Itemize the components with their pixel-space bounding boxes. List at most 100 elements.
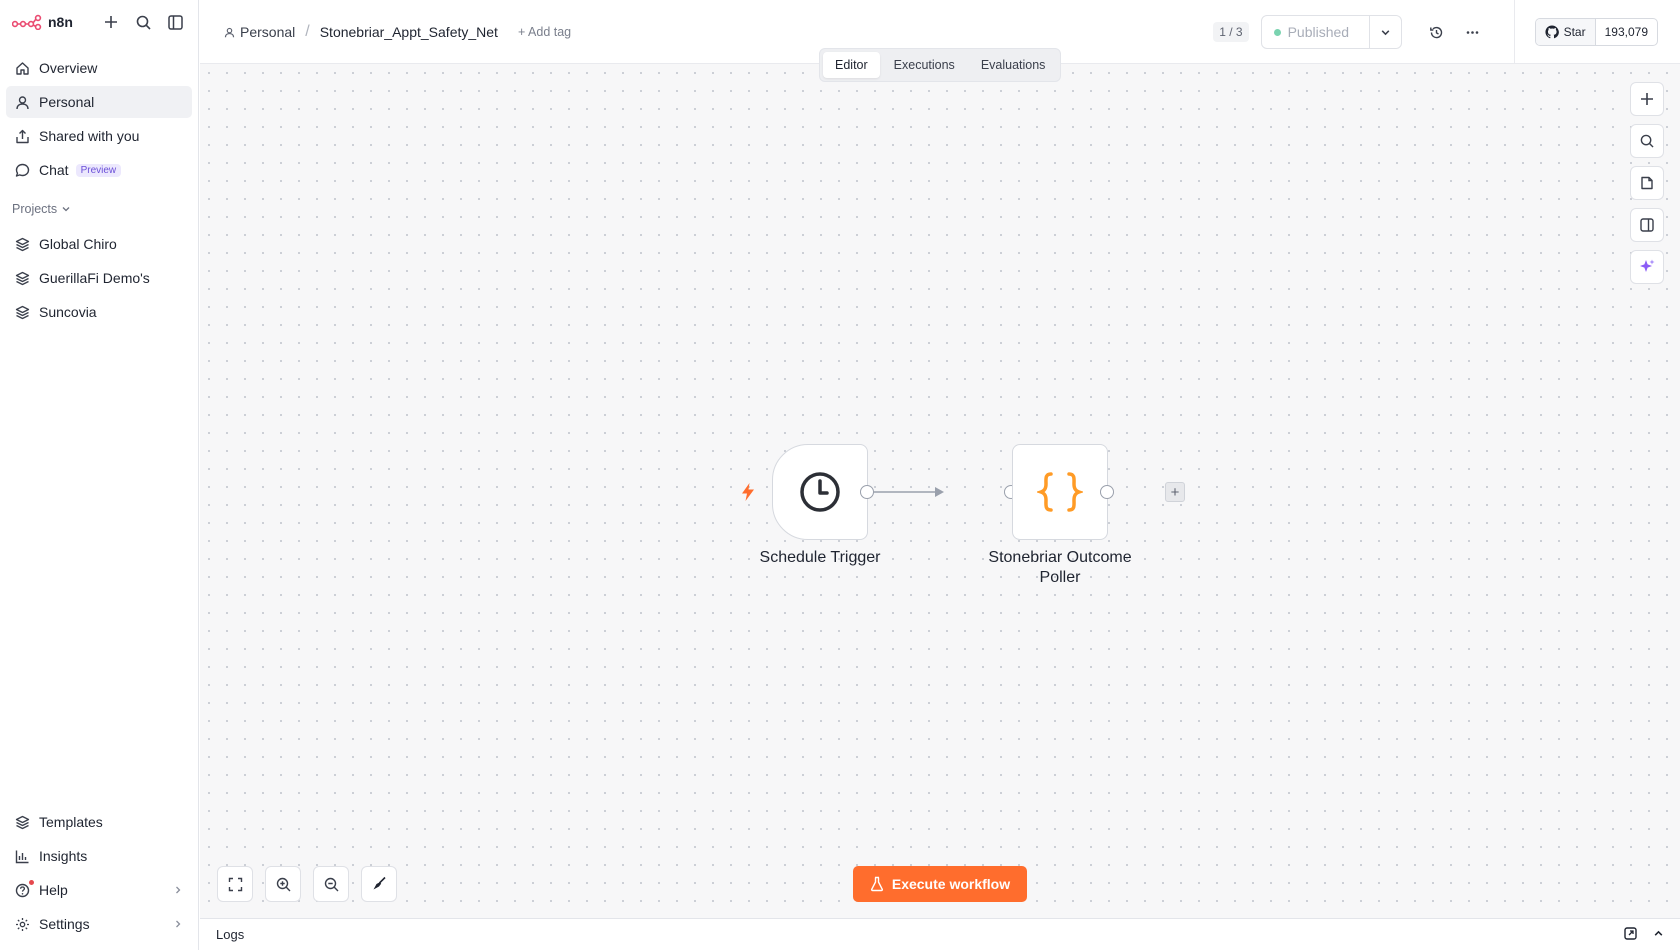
project-guerillafi[interactable]: GuerillaFi Demo's — [6, 262, 192, 294]
nav-settings-label: Settings — [39, 916, 90, 932]
github-star-count[interactable]: 193,079 — [1596, 19, 1657, 45]
sparkle-icon — [1640, 259, 1655, 272]
execute-workflow-button[interactable]: Execute workflow — [853, 866, 1027, 902]
project-global-chiro[interactable]: Global Chiro — [6, 228, 192, 260]
collapse-sidebar-icon[interactable] — [164, 11, 186, 33]
node-stonebriar-outcome-poller[interactable] — [1012, 444, 1108, 540]
sticky-note-button[interactable] — [1630, 166, 1664, 200]
node-label: Stonebriar Outcome Poller — [988, 549, 1132, 586]
publish-dropdown[interactable] — [1368, 16, 1401, 48]
header-divider — [1513, 0, 1515, 64]
layers-icon — [15, 305, 30, 319]
projects-label: Projects — [12, 202, 58, 216]
layers-icon — [15, 271, 30, 285]
header-actions: 1 / 3 Published Star 193,079 — [1213, 0, 1680, 64]
sticky-note-icon — [1641, 176, 1653, 190]
nav-settings[interactable]: Settings — [6, 908, 192, 940]
github-star-widget: Star 193,079 — [1534, 18, 1658, 46]
connection-line — [825, 487, 1073, 497]
breadcrumb-separator: / — [305, 23, 310, 40]
add-tag-button[interactable]: + Add tag — [518, 25, 571, 39]
add-icon[interactable] — [100, 11, 122, 33]
chevron-down-icon — [62, 207, 70, 212]
plus-icon — [1641, 93, 1653, 105]
zoom-in-icon — [276, 877, 290, 891]
user-icon — [224, 27, 235, 37]
nav-shared-label: Shared with you — [39, 128, 140, 144]
projects-toggle[interactable]: Projects — [0, 194, 198, 224]
nav-personal[interactable]: Personal — [6, 86, 192, 118]
search-icon[interactable] — [132, 11, 154, 33]
execute-workflow-label: Execute workflow — [891, 876, 1011, 892]
output-handle[interactable] — [860, 485, 874, 499]
clock-icon — [800, 472, 840, 512]
search-nodes-button[interactable] — [1630, 124, 1664, 158]
tab-editor[interactable]: Editor — [823, 52, 880, 78]
nav-overview[interactable]: Overview — [6, 52, 192, 84]
n8n-logo-icon — [12, 14, 42, 30]
nav-personal-label: Personal — [39, 94, 95, 110]
nav-templates[interactable]: Templates — [6, 806, 192, 838]
nav-shared[interactable]: Shared with you — [6, 120, 192, 152]
pop-out-icon[interactable] — [1624, 926, 1637, 943]
chat-icon — [15, 163, 30, 177]
project-label: GuerillaFi Demo's — [39, 270, 150, 286]
project-label: Global Chiro — [39, 236, 117, 252]
preview-badge: Preview — [75, 163, 122, 177]
canvas-zoom-toolbar — [217, 866, 397, 902]
nav-chat-label: Chat — [39, 162, 69, 178]
github-star-button[interactable]: Star — [1535, 19, 1596, 45]
nav-overview-label: Overview — [39, 60, 98, 76]
sidebar-header: n8n — [0, 0, 198, 44]
nav-help[interactable]: Help — [6, 874, 192, 906]
nav-templates-label: Templates — [39, 814, 103, 830]
more-options-icon[interactable] — [1458, 17, 1488, 47]
projects-nav: Global Chiro GuerillaFi Demo's Suncovia — [0, 228, 198, 328]
chevron-up-icon[interactable] — [1653, 927, 1664, 942]
add-node-button[interactable]: + — [1165, 482, 1185, 502]
zoom-in-button[interactable] — [265, 866, 301, 902]
project-suncovia[interactable]: Suncovia — [6, 296, 192, 328]
node-schedule-trigger[interactable] — [772, 444, 868, 540]
node-label: Schedule Trigger — [759, 549, 881, 566]
fit-view-button[interactable] — [217, 866, 253, 902]
zoom-out-button[interactable] — [313, 866, 349, 902]
share-icon — [16, 129, 29, 143]
code-braces-icon — [1037, 472, 1083, 512]
version-counter: 1 / 3 — [1213, 22, 1249, 42]
logs-label: Logs — [216, 927, 245, 942]
panel-right-icon — [1640, 218, 1654, 232]
github-icon — [1545, 25, 1559, 39]
nav-chat[interactable]: Chat Preview — [6, 154, 192, 186]
published-button[interactable]: Published — [1262, 16, 1369, 48]
zoom-out-icon — [324, 877, 338, 891]
canvas-right-toolbar — [1630, 82, 1664, 284]
add-node-toolbar-button[interactable] — [1630, 82, 1664, 116]
logs-panel-bar[interactable]: Logs — [200, 918, 1680, 950]
tidy-up-button[interactable] — [361, 866, 397, 902]
github-star-label: Star — [1563, 25, 1586, 39]
main-nav: Overview Personal Shared with you Chat P… — [0, 52, 198, 186]
nav-insights[interactable]: Insights — [6, 840, 192, 872]
publish-control: Published — [1260, 15, 1402, 49]
project-label: Suncovia — [39, 304, 97, 320]
chevron-right-icon — [176, 920, 181, 928]
tab-executions[interactable]: Executions — [882, 52, 967, 78]
ai-assistant-button[interactable] — [1630, 250, 1664, 284]
toggle-panel-button[interactable] — [1630, 208, 1664, 242]
search-icon — [1640, 134, 1654, 148]
history-icon[interactable] — [1422, 17, 1452, 47]
view-tabs: Editor Executions Evaluations — [819, 48, 1062, 82]
breadcrumb: Personal / Stonebriar_Appt_Safety_Net + … — [224, 0, 571, 64]
breadcrumb-personal[interactable]: Personal — [224, 24, 295, 40]
chevron-down-icon — [1381, 29, 1389, 35]
workflow-canvas[interactable]: Schedule Trigger + Stonebriar Outcome Po… — [200, 64, 1680, 918]
output-handle[interactable] — [1100, 485, 1114, 499]
workflow-name[interactable]: Stonebriar_Appt_Safety_Net — [320, 24, 498, 40]
tab-evaluations[interactable]: Evaluations — [969, 52, 1058, 78]
help-icon — [15, 883, 30, 897]
fit-view-icon — [228, 877, 242, 891]
published-label: Published — [1287, 24, 1350, 40]
lightning-bolt-icon — [742, 483, 754, 501]
n8n-logo[interactable]: n8n — [12, 14, 73, 30]
